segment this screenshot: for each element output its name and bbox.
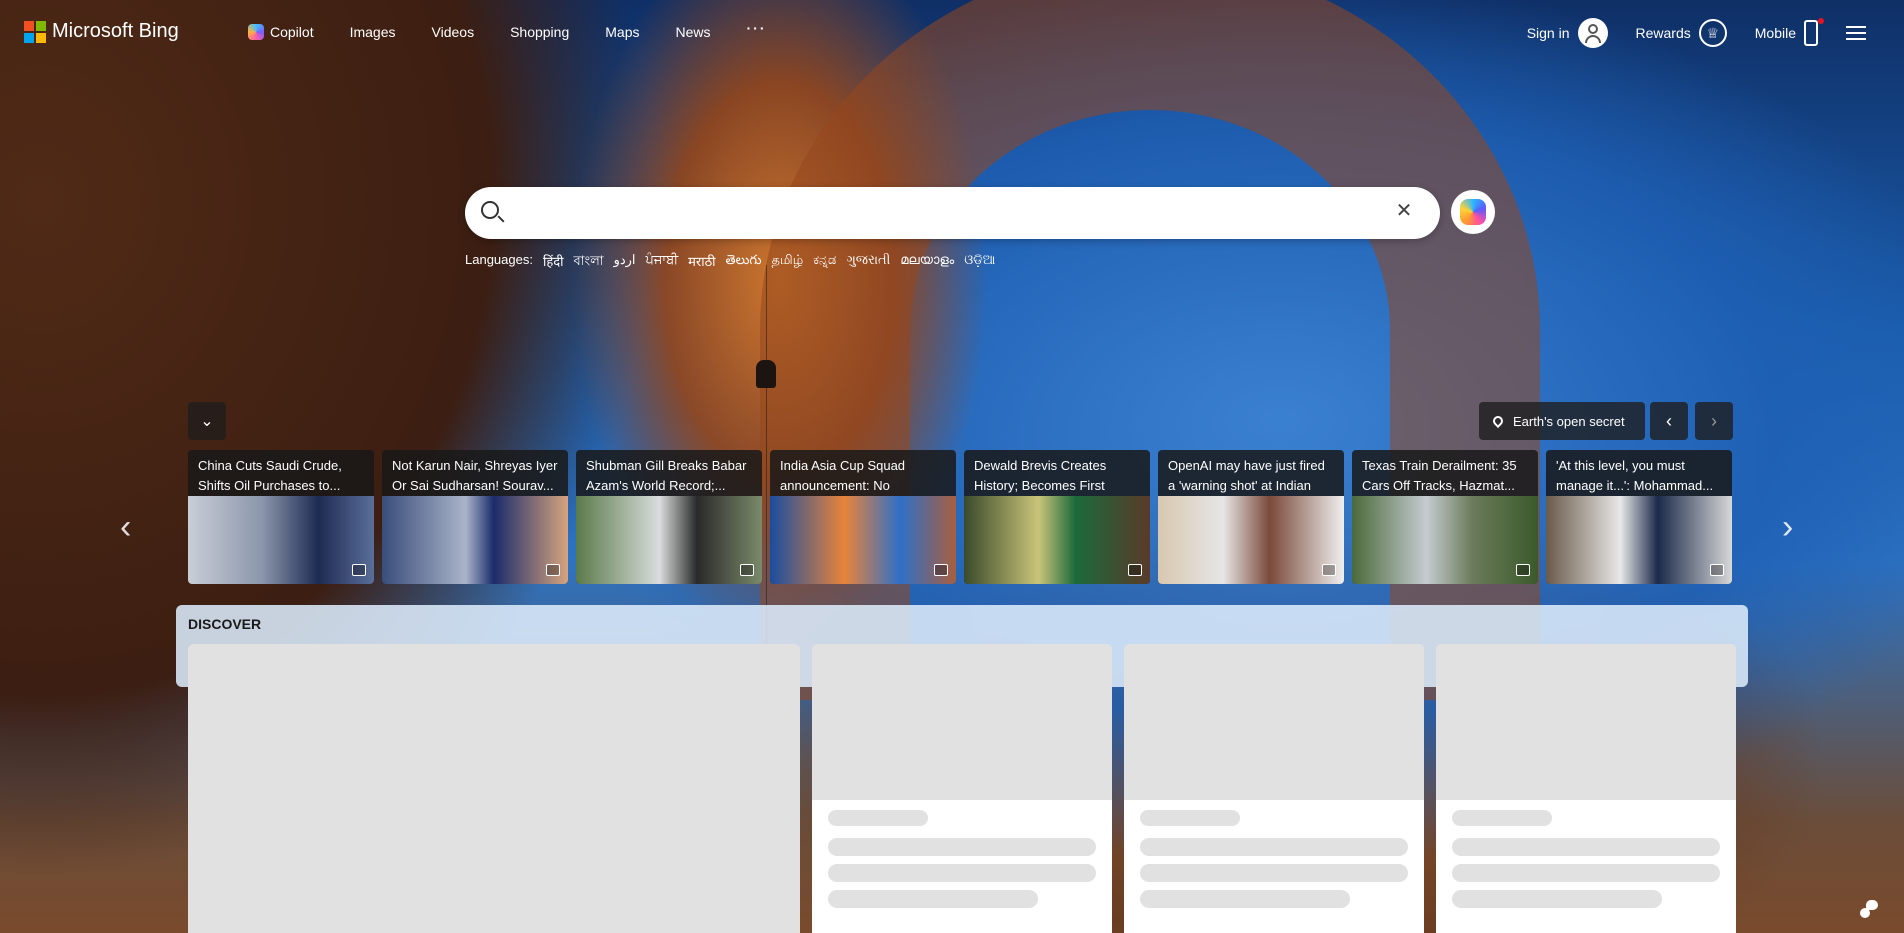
- language-link[interactable]: ગુજરાતી: [846, 252, 890, 273]
- discover-skeleton-card: [1436, 644, 1736, 933]
- nav-copilot-label: Copilot: [270, 24, 314, 40]
- reader-icon: [740, 564, 754, 576]
- news-card-title: Texas Train Derailment: 35 Cars Off Trac…: [1362, 458, 1517, 493]
- languages-label: Languages:: [465, 252, 533, 267]
- news-carousel: China Cuts Saudi Crude, Shifts Oil Purch…: [188, 450, 1732, 584]
- nav-videos[interactable]: Videos: [432, 24, 475, 40]
- news-card[interactable]: China Cuts Saudi Crude, Shifts Oil Purch…: [188, 450, 374, 584]
- news-card-title: Shubman Gill Breaks Babar Azam's World R…: [586, 458, 747, 493]
- phone-icon: [1804, 18, 1824, 46]
- collapse-feed-button[interactable]: ⌄: [188, 402, 226, 440]
- news-card[interactable]: 'At this level, you must manage it...': …: [1546, 450, 1732, 584]
- news-card-title: Not Karun Nair, Shreyas Iyer Or Sai Sudh…: [392, 458, 558, 493]
- discover-skeleton-card: [1124, 644, 1424, 933]
- discover-skeleton-large: [188, 644, 800, 933]
- nav-copilot[interactable]: Copilot: [248, 24, 314, 40]
- news-card-image: [1158, 496, 1344, 584]
- news-card-image: [188, 496, 374, 584]
- news-card-title: Dewald Brevis Creates History; Becomes F…: [974, 458, 1107, 493]
- copilot-icon: [1460, 199, 1486, 225]
- language-link[interactable]: ಕನ್ನಡ: [813, 252, 836, 273]
- language-link[interactable]: മലയാളം: [900, 252, 954, 273]
- news-card-image: [964, 496, 1150, 584]
- previous-image-button[interactable]: ‹: [1650, 402, 1688, 440]
- top-bar: Microsoft Bing Copilot Images Videos Sho…: [0, 0, 1904, 68]
- copilot-search-button[interactable]: [1451, 190, 1495, 234]
- nav-shopping[interactable]: Shopping: [510, 24, 569, 40]
- carousel-right-arrow-icon[interactable]: ›: [1782, 508, 1793, 547]
- discover-title: DISCOVER: [188, 616, 262, 632]
- news-card-image: [576, 496, 762, 584]
- mobile-label: Mobile: [1754, 25, 1796, 41]
- search-box: ✕: [465, 187, 1440, 239]
- reader-icon: [934, 564, 948, 576]
- image-location-label: Earth's open secret: [1513, 413, 1625, 429]
- reader-icon: [352, 564, 366, 576]
- account-nav: Sign in Rewards ♕ Mobile: [1527, 18, 1866, 48]
- language-link[interactable]: मराठी: [688, 252, 715, 273]
- next-image-button[interactable]: ›: [1695, 402, 1733, 440]
- background-climber: [756, 360, 776, 388]
- location-pin-icon: [1490, 413, 1506, 429]
- reader-icon: [1710, 564, 1724, 576]
- language-link[interactable]: বাংলা: [574, 252, 604, 273]
- search-icon[interactable]: [481, 201, 499, 219]
- news-card-image: [1352, 496, 1538, 584]
- news-card[interactable]: OpenAI may have just fired a 'warning sh…: [1158, 450, 1344, 584]
- news-card[interactable]: Dewald Brevis Creates History; Becomes F…: [964, 450, 1150, 584]
- carousel-left-arrow-icon[interactable]: ‹: [120, 508, 131, 547]
- news-card-title: China Cuts Saudi Crude, Shifts Oil Purch…: [198, 458, 342, 493]
- news-card-image: [770, 496, 956, 584]
- news-card[interactable]: Texas Train Derailment: 35 Cars Off Trac…: [1352, 450, 1538, 584]
- mobile-button[interactable]: Mobile: [1754, 18, 1824, 46]
- clear-icon[interactable]: ✕: [1392, 199, 1416, 223]
- rewards-trophy-icon: ♕: [1698, 19, 1727, 47]
- copilot-icon: [248, 24, 264, 40]
- reader-icon: [1516, 564, 1530, 576]
- reader-icon: [546, 564, 560, 576]
- image-location-button[interactable]: Earth's open secret: [1479, 402, 1645, 440]
- main-nav: Copilot Images Videos Shopping Maps News…: [248, 20, 767, 40]
- hamburger-icon[interactable]: [1846, 26, 1866, 40]
- nav-more-button[interactable]: ···: [747, 20, 767, 36]
- language-link[interactable]: اردو: [614, 252, 636, 273]
- language-link[interactable]: ଓଡ଼ିଆ: [964, 252, 995, 273]
- language-link[interactable]: ਪੰਜਾਬੀ: [646, 252, 679, 273]
- languages-bar: Languages: हिंदी বাংলা اردو ਪੰਜਾਬੀ मराठी…: [465, 252, 995, 273]
- news-card[interactable]: Shubman Gill Breaks Babar Azam's World R…: [576, 450, 762, 584]
- discover-skeleton-card: [812, 644, 1112, 933]
- news-card-title: OpenAI may have just fired a 'warning sh…: [1168, 458, 1325, 493]
- avatar-icon: [1577, 18, 1608, 48]
- search-input[interactable]: [515, 197, 1369, 231]
- rewards-label: Rewards: [1635, 25, 1691, 41]
- language-link[interactable]: தமிழ்: [771, 252, 803, 273]
- microsoft-logo-icon: [24, 20, 46, 43]
- background-arch: [760, 0, 1540, 700]
- news-card-image: [1546, 496, 1732, 584]
- reader-icon: [1322, 564, 1336, 576]
- reader-icon: [1128, 564, 1142, 576]
- news-card[interactable]: India Asia Cup Squad announcement: No Ya…: [770, 450, 956, 584]
- language-link[interactable]: हिंदी: [543, 252, 564, 273]
- signin-button[interactable]: Sign in: [1527, 18, 1608, 48]
- news-card-image: [382, 496, 568, 584]
- nav-news[interactable]: News: [675, 24, 710, 40]
- nav-images[interactable]: Images: [350, 24, 396, 40]
- signin-label: Sign in: [1526, 25, 1570, 41]
- news-card[interactable]: Not Karun Nair, Shreyas Iyer Or Sai Sudh…: [382, 450, 568, 584]
- nav-maps[interactable]: Maps: [605, 24, 639, 40]
- language-link[interactable]: తెలుగు: [726, 252, 762, 273]
- notification-dot: [1818, 18, 1824, 24]
- brand-name: Microsoft Bing: [52, 20, 179, 42]
- news-card-title: 'At this level, you must manage it...': …: [1556, 458, 1714, 493]
- rewards-button[interactable]: Rewards ♕: [1636, 19, 1727, 47]
- news-card-title: India Asia Cup Squad announcement: No Ya…: [780, 458, 906, 493]
- feedback-icon[interactable]: [1860, 900, 1882, 920]
- bing-logo[interactable]: Microsoft Bing: [24, 20, 179, 43]
